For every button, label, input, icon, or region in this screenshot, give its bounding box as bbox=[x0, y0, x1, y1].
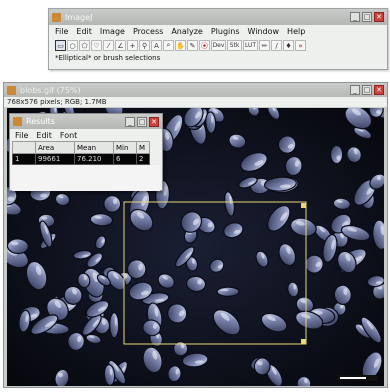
pencil-tool-icon[interactable]: ✏ bbox=[259, 40, 270, 51]
menu-image[interactable]: Image bbox=[100, 27, 125, 36]
image-close-button[interactable]: ✕ bbox=[374, 85, 384, 95]
blob-highlight bbox=[114, 317, 117, 326]
results-menu-file[interactable]: File bbox=[15, 131, 28, 140]
selection-handle[interactable] bbox=[301, 339, 306, 344]
hand-tool-icon[interactable]: ✋ bbox=[175, 40, 186, 51]
rectangle-tool-icon[interactable]: ▭ bbox=[55, 40, 66, 51]
menu-process[interactable]: Process bbox=[133, 27, 163, 36]
results-titlebar[interactable]: Results _ □ ✕ bbox=[10, 114, 162, 129]
menu-file[interactable]: File bbox=[55, 27, 68, 36]
results-empty-area bbox=[12, 165, 160, 191]
menu-help[interactable]: Help bbox=[287, 27, 305, 36]
wand-tool-icon[interactable]: ⚲ bbox=[139, 40, 150, 51]
blob-shape bbox=[109, 311, 120, 339]
blob-shape bbox=[216, 286, 240, 297]
blob-shape bbox=[329, 144, 344, 165]
results-window-title: Results bbox=[26, 117, 55, 126]
column-header-area[interactable]: Area bbox=[35, 141, 75, 154]
cell-index: 1 bbox=[12, 153, 36, 165]
menu-plugins[interactable]: Plugins bbox=[211, 27, 240, 36]
freehand-tool-icon[interactable]: ♡ bbox=[91, 40, 102, 51]
stk-tool-icon[interactable]: Stk bbox=[227, 40, 242, 51]
results-window-icon bbox=[13, 117, 22, 126]
point-tool-icon[interactable]: + bbox=[127, 40, 138, 51]
blob-shape bbox=[103, 194, 122, 213]
cell-max: 2 bbox=[136, 153, 150, 165]
polygon-tool-icon[interactable]: ⬠ bbox=[79, 40, 90, 51]
brush-tool-icon[interactable]: / bbox=[271, 40, 282, 51]
column-header-min[interactable]: Min bbox=[113, 141, 137, 154]
main-window-title: ImageJ bbox=[65, 12, 93, 22]
more-tools-icon[interactable]: » bbox=[295, 40, 306, 51]
imagej-main-window: ImageJ _ □ ✕ File Edit Image Process Ana… bbox=[48, 8, 388, 70]
menu-window[interactable]: Window bbox=[248, 27, 280, 36]
magnifier-tool-icon[interactable]: ⌕ bbox=[163, 40, 174, 51]
oval-tool-icon[interactable]: ○ bbox=[67, 40, 78, 51]
main-titlebar[interactable]: ImageJ _ □ ✕ bbox=[49, 9, 387, 25]
status-bar-text: *Elliptical* or brush selections bbox=[55, 54, 161, 62]
dropper-tool-icon[interactable]: ♦ bbox=[283, 40, 294, 51]
column-header-max[interactable]: M bbox=[136, 141, 150, 154]
close-button[interactable]: ✕ bbox=[374, 12, 384, 22]
table-row[interactable]: 1 99661 76.210 6 2 bbox=[12, 153, 150, 165]
results-menubar: File Edit Font bbox=[10, 129, 162, 141]
image-minimize-button[interactable]: _ bbox=[350, 85, 360, 95]
cell-min: 6 bbox=[113, 153, 137, 165]
imagej-app-icon bbox=[52, 12, 61, 22]
cell-area: 99661 bbox=[35, 153, 75, 165]
cell-mean: 76.210 bbox=[74, 153, 114, 165]
image-maximize-button[interactable]: □ bbox=[362, 85, 372, 95]
column-header-mean[interactable]: Mean bbox=[74, 141, 114, 154]
minimize-button[interactable]: _ bbox=[350, 12, 360, 22]
results-maximize-button[interactable]: □ bbox=[137, 116, 147, 127]
results-menu-font[interactable]: Font bbox=[60, 131, 77, 140]
color-picker-tool-icon[interactable]: ✎ bbox=[187, 40, 198, 51]
blob-shape bbox=[253, 357, 271, 376]
main-menubar: File Edit Image Process Analyze Plugins … bbox=[49, 25, 387, 38]
column-header[interactable] bbox=[12, 141, 36, 154]
results-window: Results _ □ ✕ File Edit Font Area Mean M… bbox=[9, 113, 163, 191]
tool-bar: ▭ ○ ⬠ ♡ ⁄ ∠ + ⚲ A ⌕ ✋ ✎ ⦿ Dev Stk LUT ✏ … bbox=[49, 38, 387, 53]
selection-handle[interactable] bbox=[301, 203, 306, 208]
results-minimize-button[interactable]: _ bbox=[125, 116, 135, 127]
image-window-title: blobs.gif (75%) bbox=[20, 85, 81, 95]
lut-tool-icon[interactable]: LUT bbox=[243, 40, 258, 51]
image-titlebar[interactable]: blobs.gif (75%) _ □ ✕ bbox=[4, 83, 387, 97]
record-tool-icon[interactable]: ⦿ bbox=[199, 40, 210, 51]
blob-highlight bbox=[221, 289, 229, 292]
scale-bar-line bbox=[340, 377, 366, 379]
image-window-icon bbox=[7, 85, 16, 95]
results-menu-edit[interactable]: Edit bbox=[36, 131, 52, 140]
angle-tool-icon[interactable]: ∠ bbox=[115, 40, 126, 51]
image-info-line: 768x576 pixels; RGB; 1.7MB bbox=[4, 97, 387, 107]
dev-tool-icon[interactable]: Dev bbox=[211, 40, 226, 51]
results-table: Area Mean Min M 1 99661 76.210 6 2 bbox=[12, 141, 150, 165]
menu-analyze[interactable]: Analyze bbox=[171, 27, 203, 36]
maximize-button[interactable]: □ bbox=[362, 12, 372, 22]
results-close-button[interactable]: ✕ bbox=[149, 116, 159, 127]
results-header-row: Area Mean Min M bbox=[12, 141, 150, 154]
straight-line-tool-icon[interactable]: ⁄ bbox=[103, 40, 114, 51]
blob-shape bbox=[7, 238, 29, 255]
text-tool-icon[interactable]: A bbox=[151, 40, 162, 51]
menu-edit[interactable]: Edit bbox=[76, 27, 92, 36]
